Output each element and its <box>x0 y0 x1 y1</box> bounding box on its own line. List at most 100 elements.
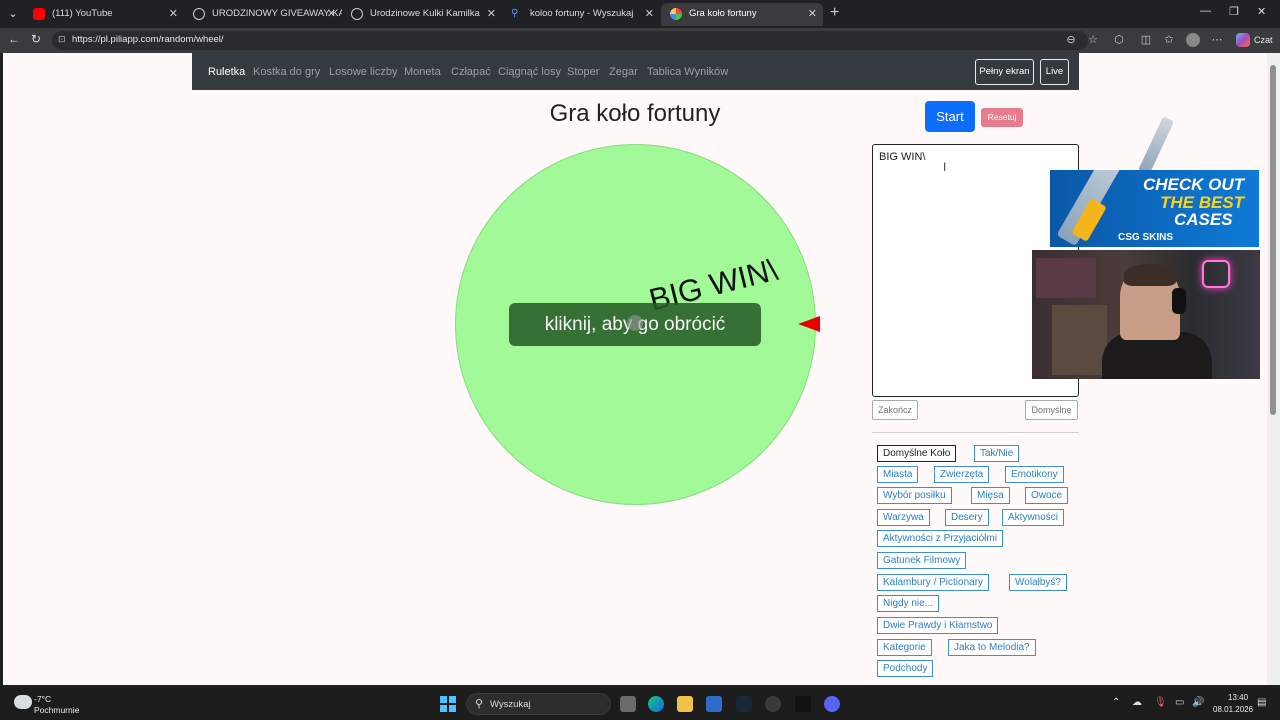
preset-desery[interactable]: Desery <box>945 509 989 526</box>
network-icon[interactable]: ▭ <box>1175 697 1184 708</box>
tab-kulki[interactable]: Urodzinowe Kulki Kamilka ✕ <box>342 3 502 26</box>
preset-nigdy-nie[interactable]: Nigdy nie... <box>877 595 940 612</box>
finish-button[interactable]: Zakończ <box>872 400 918 420</box>
tab-search[interactable]: ⚲ koloo fortuny - Wyszukaj ✕ <box>502 3 660 26</box>
windows-taskbar: -7°C Pochmurnie ⚲ Wyszukaj ⌃ ☁ 🎙 ▭ 🔊 13:… <box>0 688 1280 720</box>
reset-button[interactable]: Resetuj <box>981 108 1023 127</box>
csgo-skins-ad[interactable]: CHECK OUT THE BEST CASES CSG SKINS <box>1050 170 1259 247</box>
preset-wolalbys[interactable]: Wolałbyś? <box>1009 574 1067 591</box>
preset-aktywnosci-z-przyjaciolmi[interactable]: Aktywności z Przyjaciółmi <box>877 530 1003 547</box>
windows-start-icon[interactable] <box>440 696 456 712</box>
preset-owoce[interactable]: Owoce <box>1025 487 1069 504</box>
profile-avatar-icon[interactable] <box>1186 33 1200 47</box>
close-tab-icon[interactable]: ✕ <box>487 3 496 25</box>
file-explorer-icon[interactable] <box>677 696 693 712</box>
tab-label: URODZINOWY GIVEAWAY KAMILK <box>212 8 342 19</box>
nav-losowe-liczby[interactable]: Losowe liczby <box>329 66 397 78</box>
onedrive-icon[interactable]: ☁ <box>1132 697 1142 708</box>
preset-aktywnosci[interactable]: Aktywności <box>1002 509 1065 526</box>
youtube-icon <box>33 8 45 20</box>
nav-tablica-wynikow[interactable]: Tablica Wyników <box>647 66 728 78</box>
preset-kalambury[interactable]: Kalambury / Pictionary <box>877 574 990 591</box>
tab-list-chevron-icon[interactable]: ⌄ <box>4 5 22 23</box>
default-button[interactable]: Domyślne <box>1025 400 1078 420</box>
preset-gatunek-filmowy[interactable]: Gatunek Filmowy <box>877 552 967 569</box>
preset-warzywa[interactable]: Warzywa <box>877 509 930 526</box>
close-window-icon[interactable]: ✕ <box>1257 5 1266 18</box>
nav-ciagnac-losy[interactable]: Ciągnąć losy <box>498 66 561 78</box>
preset-kategorie[interactable]: Kategorie <box>877 639 932 656</box>
store-icon[interactable] <box>706 696 722 712</box>
minimize-icon[interactable]: — <box>1200 5 1211 17</box>
edge-icon[interactable] <box>648 696 664 712</box>
preset-dwie-prawdy[interactable]: Dwie Prawdy i Kłamstwo <box>877 617 999 634</box>
page-scrollbar[interactable] <box>1267 53 1280 685</box>
text-cursor-icon: I <box>943 160 947 174</box>
wheel-pointer-icon <box>798 316 820 332</box>
preset-emotikony[interactable]: Emotikony <box>1005 466 1064 483</box>
favorites-icon[interactable]: ✩ <box>1162 33 1176 47</box>
back-icon[interactable]: ← <box>8 32 20 46</box>
preset-miesa[interactable]: Mięsa <box>971 487 1010 504</box>
neon-sign-icon <box>1202 260 1230 288</box>
task-view-icon[interactable] <box>620 696 636 712</box>
steam-icon[interactable] <box>736 696 752 712</box>
headset-icon <box>1172 288 1186 314</box>
preset-wybor-posilku[interactable]: Wybór posiłku <box>877 487 952 504</box>
terminal-icon[interactable] <box>795 696 811 712</box>
new-tab-icon[interactable]: + <box>830 4 839 22</box>
browser-tab-strip: ⌄ (111) YouTube ✕ URODZINOWY GIVEAWAY KA… <box>0 0 1280 28</box>
clock-time[interactable]: 13:40 <box>1228 693 1248 702</box>
restore-icon[interactable]: ❐ <box>1229 5 1239 18</box>
ad-line-1: CHECK OUT <box>1143 175 1245 194</box>
weather-description[interactable]: Pochmurnie <box>34 705 79 715</box>
favorite-star-icon[interactable]: ☆ <box>1086 33 1100 47</box>
discord-icon[interactable] <box>824 696 840 712</box>
tray-chevron-icon[interactable]: ⌃ <box>1112 697 1120 708</box>
preset-podchody[interactable]: Podchody <box>877 660 934 677</box>
copilot-icon[interactable] <box>1236 33 1250 47</box>
scrollbar-thumb[interactable] <box>1270 65 1276 415</box>
preset-tak-nie[interactable]: Tak/Nie <box>974 445 1020 462</box>
reader-icon[interactable]: ⊖ <box>1064 33 1078 47</box>
browser-toolbar: ← ↻ ⊡ https://pl.piliapp.com/random/whee… <box>0 28 1280 53</box>
site-info-icon[interactable]: ⊡ <box>58 34 68 46</box>
address-bar[interactable]: ⊡ https://pl.piliapp.com/random/wheel/ ⊖… <box>52 31 1098 50</box>
nav-stoper[interactable]: Stoper <box>567 66 599 78</box>
weather-cloud-icon[interactable] <box>14 695 32 709</box>
nav-ruletka[interactable]: Ruletka <box>208 66 245 78</box>
taskbar-search-label: Wyszukaj <box>490 699 531 710</box>
notifications-icon[interactable]: ▤ <box>1257 697 1266 708</box>
nav-kostka[interactable]: Kostka do gry <box>253 66 320 78</box>
tab-wheel[interactable]: Gra koło fortuny ✕ <box>661 3 823 26</box>
microphone-icon[interactable]: 🎙 <box>1154 697 1167 708</box>
taskbar-search[interactable]: ⚲ Wyszukaj <box>466 693 611 715</box>
reload-icon[interactable]: ↻ <box>31 32 41 46</box>
cam-shelf <box>1036 258 1096 298</box>
preset-zwierzeta[interactable]: Zwierzęta <box>934 466 990 483</box>
app-icon[interactable] <box>765 696 781 712</box>
extensions-icon[interactable]: ⬡ <box>1112 33 1126 47</box>
start-button[interactable]: Start <box>925 101 975 132</box>
split-screen-icon[interactable]: ◫ <box>1139 33 1153 47</box>
nav-moneta[interactable]: Moneta <box>404 66 441 78</box>
preset-miasta[interactable]: Miasta <box>877 466 919 483</box>
tab-youtube[interactable]: (111) YouTube ✕ <box>24 3 184 26</box>
close-tab-icon[interactable]: ✕ <box>808 3 817 25</box>
tab-label: Urodzinowe Kulki Kamilka <box>370 8 480 19</box>
volume-icon[interactable]: 🔊 <box>1192 697 1204 708</box>
tab-giveaway[interactable]: URODZINOWY GIVEAWAY KAMILK ✕ <box>184 3 342 26</box>
nav-zegar[interactable]: Zegar <box>609 66 638 78</box>
chat-label[interactable]: Czat <box>1254 35 1273 45</box>
close-tab-icon[interactable]: ✕ <box>645 3 654 25</box>
fullscreen-button[interactable]: Pełny ekran <box>975 59 1034 85</box>
preset-domyslne-kolo[interactable]: Domyślne Koło <box>877 445 957 462</box>
close-tab-icon[interactable]: ✕ <box>169 3 178 25</box>
close-tab-icon[interactable]: ✕ <box>327 3 336 25</box>
weather-temperature[interactable]: -7°C <box>34 694 51 704</box>
clock-date[interactable]: 08.01.2026 <box>1213 705 1253 714</box>
live-button[interactable]: Live <box>1040 59 1069 85</box>
more-menu-icon[interactable]: ⋯ <box>1210 33 1224 47</box>
preset-jaka-to-melodia[interactable]: Jaka to Melodia? <box>948 639 1036 656</box>
nav-czlapac[interactable]: Człapać <box>451 66 491 78</box>
